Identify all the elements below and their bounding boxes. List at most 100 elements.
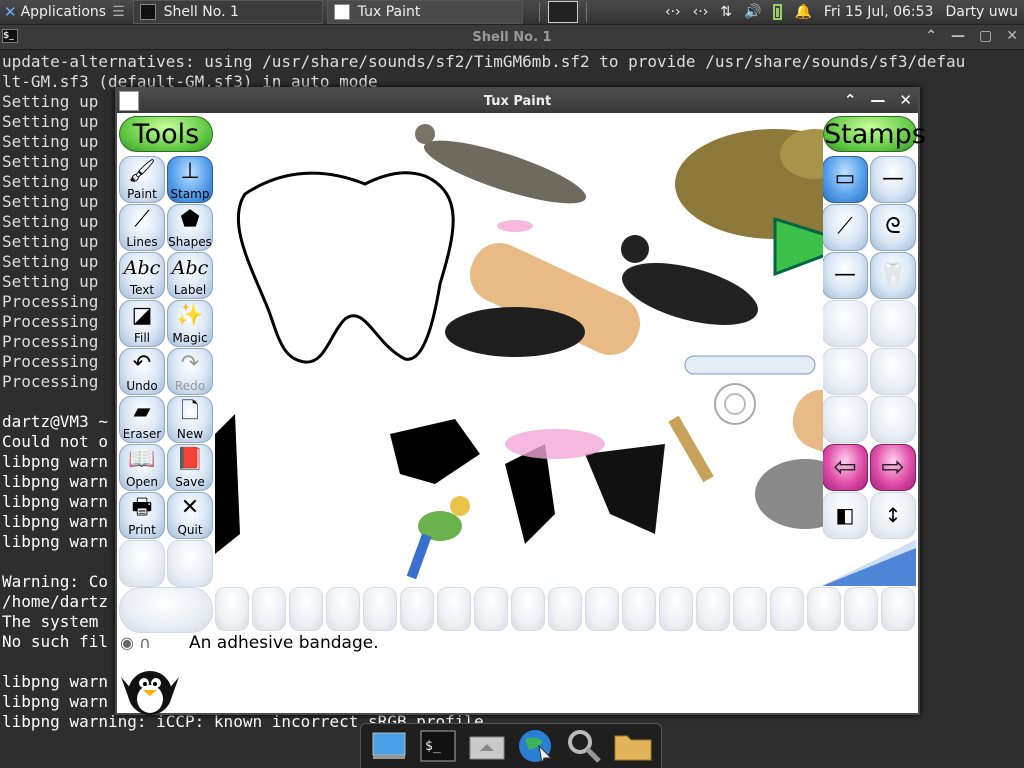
updown-arrows-icon[interactable]: ⇅ bbox=[720, 4, 732, 20]
sound-toggle[interactable]: ◉ ∩ bbox=[120, 633, 151, 652]
tool-undo-button[interactable]: ↶ Undo bbox=[119, 348, 165, 395]
tool-label: Stamp bbox=[170, 187, 210, 201]
tool-label: Lines bbox=[126, 235, 158, 249]
tool-fill-button[interactable]: ◪ Fill bbox=[119, 300, 165, 347]
ink-blot bbox=[215, 414, 240, 554]
color-slot[interactable] bbox=[844, 587, 878, 631]
tool-label: Undo bbox=[126, 379, 158, 393]
close-icon[interactable]: ✕ bbox=[899, 91, 912, 109]
color-slot[interactable] bbox=[696, 587, 730, 631]
notification-bell-icon[interactable]: 🔔 bbox=[794, 4, 811, 20]
color-slot[interactable] bbox=[585, 587, 619, 631]
stamp-thermometer-button[interactable]: — bbox=[870, 156, 916, 203]
stamp-syringe-button[interactable]: ⟋ bbox=[822, 204, 868, 251]
crow-stamp bbox=[445, 307, 585, 357]
color-slot[interactable] bbox=[881, 587, 915, 631]
close-icon[interactable]: ✕ bbox=[1006, 28, 1018, 44]
tool-paint-button[interactable]: 🖌 Paint bbox=[119, 156, 165, 203]
stamp-tooth-button[interactable]: 🦷 bbox=[870, 252, 916, 299]
tool-stamp-button[interactable]: ⊥ Stamp bbox=[167, 156, 213, 203]
empty-stamp-slot bbox=[822, 396, 868, 443]
color-slot[interactable] bbox=[289, 587, 323, 631]
workspace-switcher[interactable] bbox=[547, 1, 578, 23]
color-slot[interactable] bbox=[733, 587, 767, 631]
network-icon[interactable]: ‹·› bbox=[693, 4, 709, 20]
color-slot[interactable] bbox=[437, 587, 471, 631]
color-slot[interactable] bbox=[215, 587, 249, 631]
tool-shapes-button[interactable]: ⬟ Shapes bbox=[167, 204, 213, 251]
tool-save-button[interactable]: 📕 Save bbox=[167, 444, 213, 491]
terminal-titlebar[interactable]: $_ Shell No. 1 ⌃ — ▢ ✕ bbox=[0, 25, 1024, 50]
clock[interactable]: Fri 15 Jul, 06:53 bbox=[824, 4, 934, 20]
tooth-icon: 🦷 bbox=[879, 262, 907, 287]
color-slot[interactable] bbox=[622, 587, 656, 631]
tool-lines-button[interactable]: ⟋ Lines bbox=[119, 204, 165, 251]
ink-blot bbox=[505, 444, 555, 544]
tool-open-button[interactable]: 📖 Open bbox=[119, 444, 165, 491]
drawing-canvas[interactable] bbox=[215, 114, 823, 586]
tool-eraser-button[interactable]: ▰ Eraser bbox=[119, 396, 165, 443]
empty-tool-slot bbox=[167, 540, 213, 587]
maximize-up-icon[interactable]: ⌃ bbox=[844, 91, 857, 109]
dock-home[interactable] bbox=[467, 727, 507, 765]
color-slot[interactable] bbox=[363, 587, 397, 631]
tool-magic-button[interactable]: ✨ Magic bbox=[167, 300, 213, 347]
magnifier-icon bbox=[567, 730, 601, 763]
globe-icon bbox=[519, 730, 553, 764]
volume-icon[interactable]: 🔊 bbox=[744, 4, 761, 20]
stamp-bandage-button[interactable]: ▭ bbox=[822, 156, 868, 203]
network-icon[interactable]: ‹·› bbox=[665, 4, 681, 20]
dock-search[interactable] bbox=[564, 727, 604, 765]
restore-icon[interactable]: ▢ bbox=[979, 28, 992, 44]
taskbar-item-shell[interactable]: Shell No. 1 bbox=[132, 0, 323, 24]
empty-stamp-slot bbox=[822, 348, 868, 395]
tuxpaint-titlebar[interactable]: Tux Paint ⌃ — ✕ bbox=[117, 89, 918, 113]
color-slot[interactable] bbox=[511, 587, 545, 631]
taskbar-item-tuxpaint[interactable]: Tux Paint bbox=[326, 0, 523, 24]
stamp-needle-button[interactable]: — bbox=[822, 252, 868, 299]
dock-files[interactable] bbox=[613, 727, 653, 765]
color-slot[interactable] bbox=[326, 587, 360, 631]
panel-separator bbox=[585, 2, 587, 22]
system-tray: ‹·› ‹·› ⇅ 🔊 🔔 Fri 15 Jul, 06:53 Darty uw… bbox=[665, 4, 1024, 20]
stamp-size-slider[interactable] bbox=[822, 540, 916, 586]
stamp-stethoscope-button[interactable]: ᘓ bbox=[870, 204, 916, 251]
tool-redo-button[interactable]: ↷ Redo bbox=[167, 348, 213, 395]
color-slot[interactable] bbox=[659, 587, 693, 631]
tool-new-button[interactable]: 🗋 New bbox=[167, 396, 213, 443]
user-menu[interactable]: Darty uwu bbox=[945, 4, 1018, 20]
status-message: An adhesive bandage. bbox=[189, 633, 379, 653]
color-slot[interactable] bbox=[252, 587, 286, 631]
dock-terminal[interactable]: $_ bbox=[418, 727, 458, 765]
taskbar-item-label: Shell No. 1 bbox=[163, 4, 239, 20]
color-slot[interactable] bbox=[770, 587, 804, 631]
tool-quit-button[interactable]: ✕ Quit bbox=[167, 492, 213, 539]
thermometer-icon: — bbox=[882, 166, 904, 191]
color-slot[interactable] bbox=[807, 587, 841, 631]
applications-menu[interactable]: ✕ Applications ☰ bbox=[0, 0, 129, 25]
battery-icon[interactable] bbox=[773, 4, 783, 20]
stamp-flip-button[interactable]: ↕ bbox=[870, 492, 916, 539]
minimize-icon[interactable]: — bbox=[870, 91, 885, 109]
stamp-mirror-button[interactable]: ◧ bbox=[822, 492, 868, 539]
color-slot[interactable] bbox=[400, 587, 434, 631]
selected-color-swatch[interactable] bbox=[119, 587, 213, 633]
tool-label: Print bbox=[128, 523, 156, 537]
color-slot[interactable] bbox=[474, 587, 508, 631]
swirl-effect bbox=[724, 393, 746, 415]
color-slot[interactable] bbox=[548, 587, 582, 631]
dock-desktop[interactable] bbox=[369, 727, 409, 765]
tool-label: Quit bbox=[177, 523, 203, 537]
tools-header: Tools bbox=[119, 116, 213, 152]
stamps-prev-button[interactable]: ⇦ bbox=[822, 444, 868, 491]
bandage-icon: ▭ bbox=[834, 166, 856, 191]
tool-print-button[interactable]: 🖶 Print bbox=[119, 492, 165, 539]
tool-text-button[interactable]: Abc Text bbox=[119, 252, 165, 299]
stamps-next-button[interactable]: ⇨ bbox=[870, 444, 916, 491]
minimize-icon[interactable]: — bbox=[951, 28, 965, 44]
tux-penguin-icon bbox=[119, 661, 181, 715]
dock-browser[interactable] bbox=[515, 727, 555, 765]
tool-label-button[interactable]: Abc Label bbox=[167, 252, 213, 299]
maximize-up-icon[interactable]: ⌃ bbox=[925, 28, 937, 44]
stamps-header: Stamps bbox=[823, 116, 926, 152]
